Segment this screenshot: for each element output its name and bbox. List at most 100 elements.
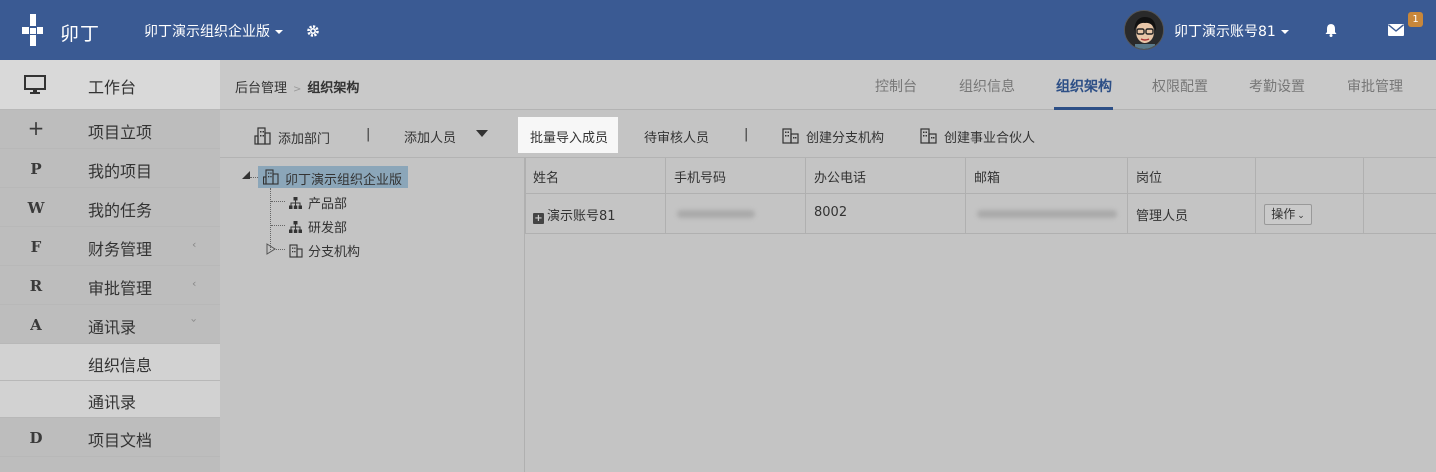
org-switcher[interactable]: 卯丁演示组织企业版 [144,21,283,41]
org-name: 卯丁演示组织企业版 [144,24,270,40]
office-phone-cell: 8002 [814,205,848,220]
sidebar-item-workbench[interactable]: 工作台 [0,60,220,110]
breadcrumb-bar: 后台管理 > 组织架构 控制台 组织信息 组织架构 权限配置 考勤设置 审批管理 [220,60,1436,110]
tree-node-product[interactable]: 产品部 [289,193,347,212]
logo-text: 卯丁 [60,23,101,45]
chevron-right-icon: > [293,84,302,95]
sitemap-icon [289,197,302,209]
building-icon [263,169,279,185]
sidebar-item-label: 项目文档 [88,431,153,450]
member-name-cell[interactable]: + 演示账号81 [533,205,616,224]
mail-icon[interactable] [1388,24,1404,36]
sidebar-subitem-contacts[interactable]: 通讯录 [0,381,220,418]
chevron-down-icon: ⌄ [1297,211,1305,221]
sidebar-item-label: 我的项目 [88,162,153,181]
letter-a-icon: A [30,316,42,334]
column-divider [805,158,806,234]
add-person-dropdown-icon[interactable] [476,130,488,137]
sitemap-icon [289,221,302,233]
column-divider [1127,158,1128,234]
chevron-down-icon: › [187,318,201,323]
sidebar-item-project-setup[interactable]: + 项目立项 [0,110,220,149]
tree-node-root[interactable]: 卯丁演示组织企业版 [258,166,408,188]
column-header-mobile[interactable]: 手机号码 [674,167,726,186]
column-divider [1255,158,1256,234]
app-logo[interactable]: 卯丁 [22,14,102,46]
sidebar: 工作台 + 项目立项 P 我的项目 W 我的任务 F 财务管理 ‹ R 审批管理… [0,60,220,472]
letter-p-icon: P [30,160,42,178]
tab-approval-mgmt[interactable]: 审批管理 [1347,76,1403,96]
tree-node-label: 卯丁演示组织企业版 [285,173,403,188]
top-nav-bar: 卯丁 卯丁演示组织企业版 卯丁演示账号81 1 [0,0,1436,60]
user-name[interactable]: 卯丁演示账号81 [1174,21,1289,41]
letter-w-icon: W [27,199,45,217]
column-divider [1363,158,1364,234]
add-department-button[interactable]: 添加部门 [254,127,330,147]
sidebar-item-label: 我的任务 [88,201,153,220]
column-header-office-phone[interactable]: 办公电话 [814,167,866,186]
bell-icon[interactable] [1324,23,1338,37]
tab-org-info[interactable]: 组织信息 [959,76,1015,96]
column-divider [965,158,966,234]
table-header: 姓名 手机号码 办公电话 邮箱 岗位 [525,158,1436,194]
table-row[interactable]: + 演示账号81 8002 管理人员 操作 ⌄ [525,194,1436,234]
add-person-button[interactable]: 添加人员 [404,127,456,146]
sidebar-item-finance[interactable]: F 财务管理 ‹ [0,227,220,266]
tree-node-rnd[interactable]: 研发部 [289,217,347,236]
sidebar-item-contacts[interactable]: A 通讯录 › [0,305,220,344]
gear-icon[interactable] [306,24,320,38]
tree-connector [270,188,271,250]
letter-d-icon: D [29,429,43,447]
sidebar-item-more[interactable] [0,457,220,472]
sidebar-item-my-projects[interactable]: P 我的项目 [0,149,220,188]
column-header-email[interactable]: 邮箱 [974,167,1000,186]
tab-permissions[interactable]: 权限配置 [1152,76,1208,96]
sidebar-item-label: 项目立项 [88,123,153,142]
avatar[interactable] [1124,10,1164,50]
bulk-import-button[interactable]: 批量导入成员 [518,117,618,153]
branch-building-icon [782,128,799,144]
tab-console[interactable]: 控制台 [875,76,917,96]
column-header-name[interactable]: 姓名 [533,167,559,186]
tab-attendance[interactable]: 考勤设置 [1249,76,1305,96]
tree-connector [276,249,285,250]
sidebar-item-my-tasks[interactable]: W 我的任务 [0,188,220,227]
caret-down-icon [275,30,283,34]
pending-review-button[interactable]: 待审核人员 [644,127,709,146]
building-icon [289,244,303,258]
create-branch-button[interactable]: 创建分支机构 [782,127,884,146]
create-partner-button[interactable]: 创建事业合伙人 [920,127,1035,146]
tree-node-branches[interactable]: 分支机构 [289,241,360,260]
chevron-left-icon: ‹ [192,277,197,290]
column-header-position[interactable]: 岗位 [1136,167,1162,186]
email-redacted [977,210,1117,218]
breadcrumb-root[interactable]: 后台管理 [235,81,287,96]
toolbar-divider: | [744,127,749,142]
expand-row-icon[interactable]: + [533,213,544,224]
tree-connector [271,201,285,202]
sidebar-item-approval[interactable]: R 审批管理 ‹ [0,266,220,305]
toolbar-divider: | [366,127,371,142]
main-content: 后台管理 > 组织架构 控制台 组织信息 组织架构 权限配置 考勤设置 审批管理 添… [220,60,1436,472]
column-divider [665,158,666,234]
tree-connector [271,225,285,226]
sidebar-item-label: 财务管理 [88,240,153,259]
sidebar-item-label: 工作台 [88,78,137,97]
letter-r-icon: R [29,277,43,295]
breadcrumb-current: 组织架构 [307,81,360,96]
sidebar-item-project-docs[interactable]: D 项目文档 [0,418,220,457]
position-cell: 管理人员 [1136,209,1189,224]
tree-expanded-icon[interactable] [240,169,252,181]
actions-dropdown-button[interactable]: 操作 ⌄ [1264,204,1312,225]
logo-mark-icon [22,14,58,46]
sidebar-item-label: 审批管理 [88,279,153,298]
toolbar: 添加部门 | 添加人员 批量导入成员 待审核人员 | 创建分支机构 创建事业合伙… [220,110,1436,158]
mail-count-badge: 1 [1408,12,1423,27]
partner-building-icon [920,128,937,144]
sidebar-subitem-org-info[interactable]: 组织信息 [0,344,220,381]
tab-org-structure[interactable]: 组织架构 [1056,76,1112,96]
plus-icon: + [27,116,45,140]
tree-collapsed-icon[interactable] [266,243,276,255]
chevron-left-icon: ‹ [192,238,197,251]
sidebar-item-label: 通讯录 [88,393,137,412]
